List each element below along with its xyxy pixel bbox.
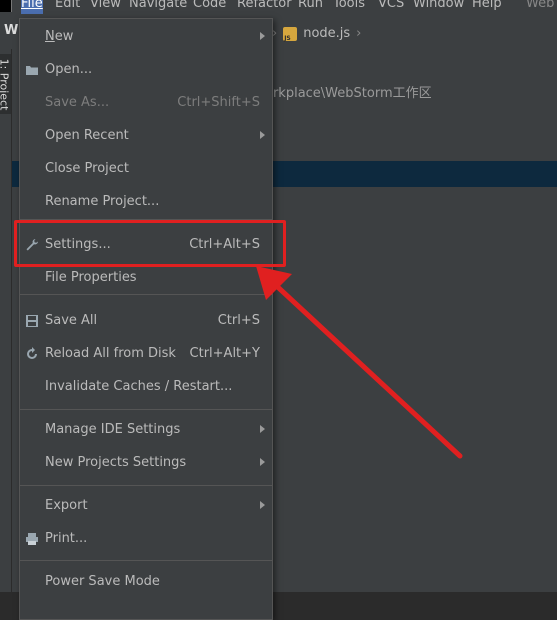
menu-file[interactable]: File [21,0,43,14]
annotation-highlight-box [14,220,286,267]
printer-icon [26,533,38,545]
menu-item-label: Save As... [45,95,110,110]
menu-item-open[interactable]: Open... [20,53,272,86]
menu-item-label: Rename Project... [45,194,160,209]
menu-item-invalidate-caches[interactable]: Invalidate Caches / Restart... [20,370,272,403]
menu-item-manage-ide-settings[interactable]: Manage IDE Settings [20,413,272,446]
menu-separator [20,560,272,561]
save-icon [26,315,38,327]
menu-item-label: Power Save Mode [45,574,160,589]
tool-window-strip [0,49,12,592]
chevron-right-icon: › [356,26,362,41]
menu-item-shortcut: Ctrl+Alt+Y [189,346,260,361]
menu-item-print[interactable]: Print... [20,522,272,555]
menu-item-label: Save All [45,313,98,328]
menu-item-new-projects-settings[interactable]: New Projects Settings [20,446,272,479]
menu-separator [20,294,272,295]
menu-separator [20,409,272,410]
submenu-arrow-icon [260,32,265,40]
menu-item-export[interactable]: Export [20,489,272,522]
project-path: orkplace\WebStorm工作区 [265,86,432,101]
menu-item-label: Reload All from Disk [45,346,176,361]
project-name[interactable]: W [4,23,18,38]
breadcrumb: › node.js › [272,18,361,49]
menu-item-save-as[interactable]: Save As... Ctrl+Shift+S [20,86,272,119]
menu-item-open-recent[interactable]: Open Recent [20,119,272,152]
menu-edit[interactable]: Edit [55,0,80,14]
menu-item-save-all[interactable]: Save All Ctrl+S [20,304,272,337]
menu-item-rename-project[interactable]: Rename Project... [20,185,272,218]
menu-item-shortcut: Ctrl+Shift+S [177,95,260,110]
menu-code[interactable]: Code [193,0,226,14]
submenu-arrow-icon [260,458,265,466]
submenu-arrow-icon [260,131,265,139]
menu-view[interactable]: View [90,0,121,14]
menu-item-label: Close Project [45,161,130,176]
menu-item-label: Export [45,498,88,513]
menu-item-label: Invalidate Caches / Restart... [45,379,233,394]
menu-item-power-save-mode[interactable]: Power Save Mode [20,565,272,598]
breadcrumb-file[interactable]: node.js [303,26,350,41]
menu-bar: File Edit View Navigate Code Refactor Ru… [0,0,557,18]
submenu-arrow-icon [260,501,265,509]
submenu-arrow-icon [260,425,265,433]
menu-separator [20,485,272,486]
menu-item-label: New [45,29,74,44]
menu-item-close-project[interactable]: Close Project [20,152,272,185]
project-tool-tab[interactable]: 1: Project [0,54,11,114]
menu-item-label: New Projects Settings [45,455,187,470]
menu-item-label: Open Recent [45,128,129,143]
menu-run[interactable]: Run [298,0,323,14]
menu-item-label: Manage IDE Settings [45,422,181,437]
menu-navigate[interactable]: Navigate [129,0,187,14]
menu-vcs[interactable]: VCS [378,0,404,14]
menu-window[interactable]: Window [413,0,464,14]
project-tool-tab-label: 1: Project [0,58,11,111]
menu-file-label: File [21,0,43,11]
menu-item-shortcut: Ctrl+S [217,313,260,328]
menu-item-label: Open... [45,62,93,77]
menu-item-label: Print... [45,531,88,546]
reload-icon [27,347,37,359]
menu-item-new[interactable]: New [20,20,272,53]
menu-tools[interactable]: Tools [333,0,365,14]
file-menu-dropdown: New Open... Save As... Ctrl+Shift+S Open… [19,18,273,620]
menu-help[interactable]: Help [472,0,502,14]
app-title: Web [526,0,555,11]
menu-refactor[interactable]: Refactor [237,0,292,14]
app-icon [0,0,12,12]
menu-item-reload-all[interactable]: Reload All from Disk Ctrl+Alt+Y [20,337,272,370]
folder-icon [26,66,38,75]
js-file-icon [283,26,298,42]
